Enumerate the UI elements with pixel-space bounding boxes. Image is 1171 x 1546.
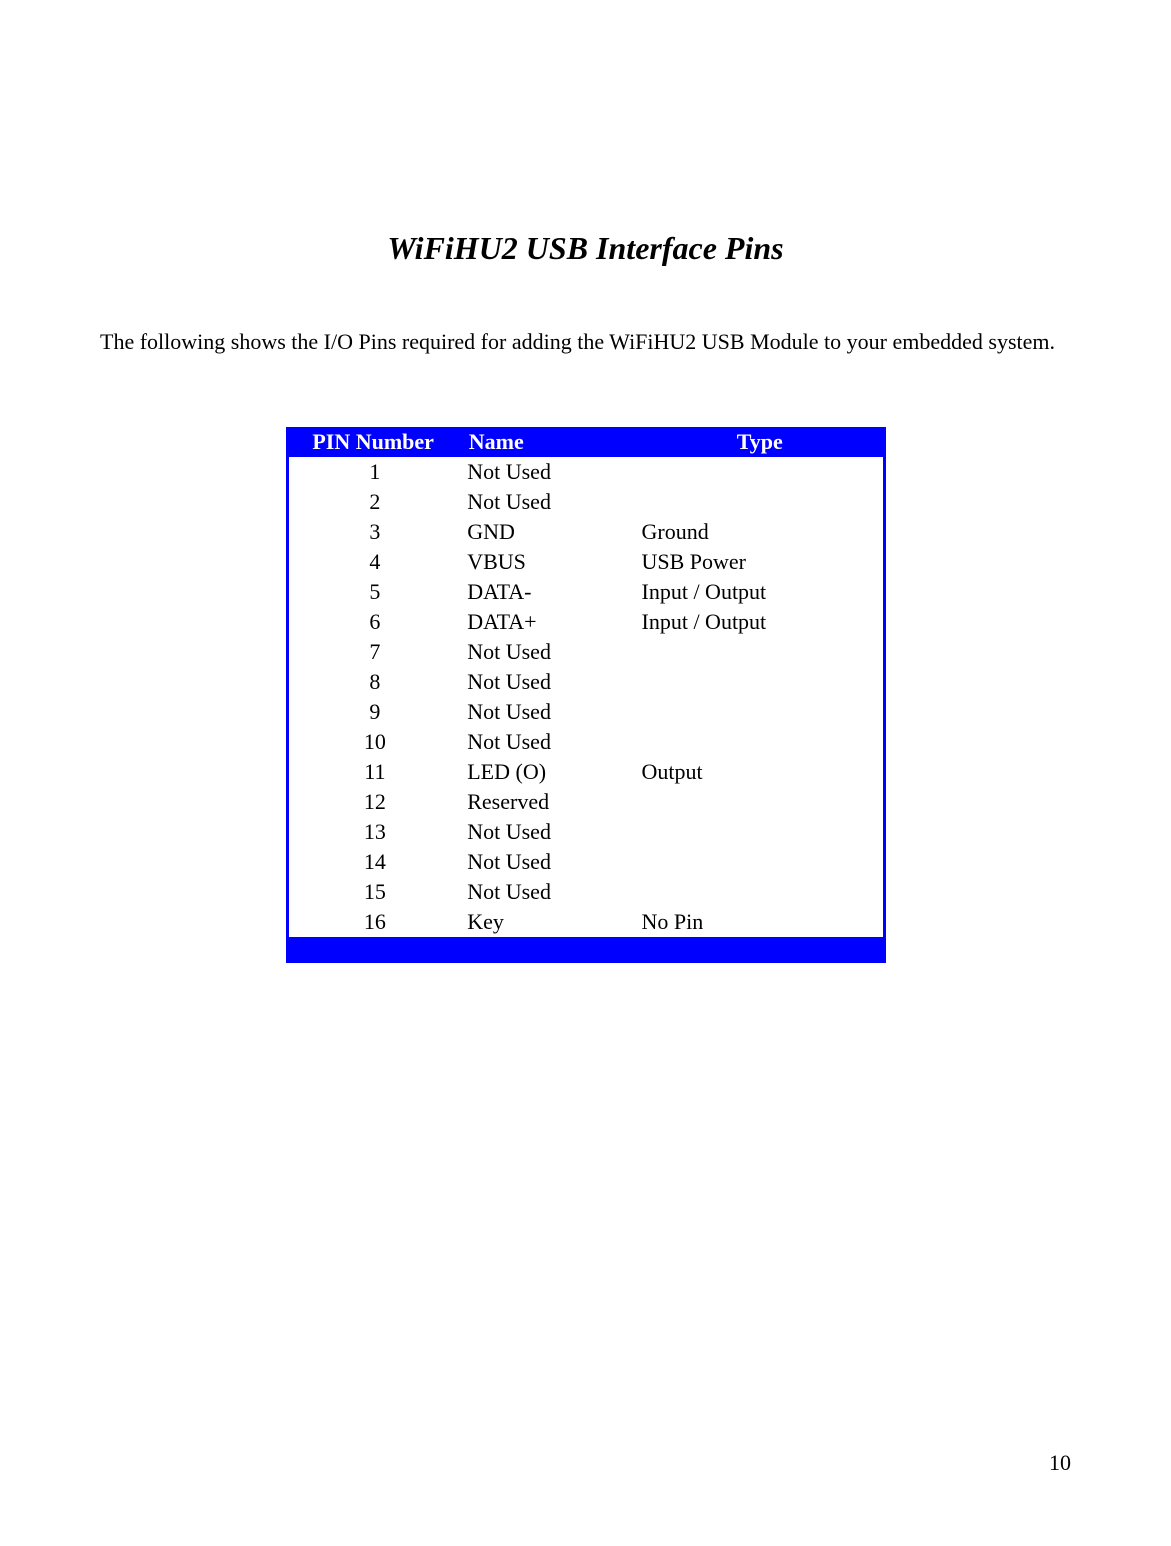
cell-pin-number: 12 [287,787,461,817]
table-row: 7Not Used [287,637,884,667]
table-row: 1Not Used [287,457,884,487]
cell-pin-number: 14 [287,847,461,877]
cell-type: Input / Output [636,577,885,607]
cell-type: No Pin [636,907,885,937]
table-row: 16KeyNo Pin [287,907,884,937]
cell-pin-number: 11 [287,757,461,787]
cell-type [636,667,885,697]
header-pin-number: PIN Number [287,427,461,457]
cell-name: DATA- [461,577,635,607]
cell-pin-number: 3 [287,517,461,547]
footer-cell [461,937,635,963]
cell-type [636,847,885,877]
footer-cell [287,937,461,963]
table-row: 11LED (O)Output [287,757,884,787]
page-number: 10 [1049,1450,1071,1476]
table-row: 3GNDGround [287,517,884,547]
cell-name: Not Used [461,637,635,667]
cell-pin-number: 10 [287,727,461,757]
header-type: Type [636,427,885,457]
cell-type [636,727,885,757]
cell-type: Output [636,757,885,787]
cell-name: Key [461,907,635,937]
table-header-row: PIN Number Name Type [287,427,884,457]
cell-name: Not Used [461,697,635,727]
pin-table-wrapper: PIN Number Name Type 1Not Used2Not Used3… [286,427,886,963]
cell-pin-number: 9 [287,697,461,727]
cell-type [636,697,885,727]
cell-name: Not Used [461,877,635,907]
cell-name: Not Used [461,727,635,757]
table-row: 2Not Used [287,487,884,517]
cell-pin-number: 5 [287,577,461,607]
cell-name: GND [461,517,635,547]
pin-table: PIN Number Name Type 1Not Used2Not Used3… [286,427,886,963]
table-row: 9Not Used [287,697,884,727]
table-row: 13Not Used [287,817,884,847]
cell-pin-number: 7 [287,637,461,667]
footer-cell [636,937,885,963]
cell-pin-number: 15 [287,877,461,907]
cell-name: Not Used [461,847,635,877]
cell-type [636,787,885,817]
cell-pin-number: 1 [287,457,461,487]
cell-pin-number: 4 [287,547,461,577]
page-title: WiFiHU2 USB Interface Pins [100,230,1071,267]
cell-type: USB Power [636,547,885,577]
cell-name: DATA+ [461,607,635,637]
cell-pin-number: 6 [287,607,461,637]
cell-name: Not Used [461,667,635,697]
cell-pin-number: 2 [287,487,461,517]
table-row: 6DATA+Input / Output [287,607,884,637]
table-row: 10Not Used [287,727,884,757]
table-footer-row [287,937,884,963]
cell-name: Not Used [461,487,635,517]
table-row: 4VBUSUSB Power [287,547,884,577]
cell-type: Ground [636,517,885,547]
cell-pin-number: 8 [287,667,461,697]
cell-type: Input / Output [636,607,885,637]
cell-name: Reserved [461,787,635,817]
table-row: 12Reserved [287,787,884,817]
cell-name: Not Used [461,817,635,847]
cell-name: Not Used [461,457,635,487]
cell-type [636,877,885,907]
cell-name: LED (O) [461,757,635,787]
cell-name: VBUS [461,547,635,577]
table-row: 5DATA-Input / Output [287,577,884,607]
cell-type [636,487,885,517]
cell-type [636,817,885,847]
table-row: 8Not Used [287,667,884,697]
table-row: 15Not Used [287,877,884,907]
cell-pin-number: 13 [287,817,461,847]
cell-pin-number: 16 [287,907,461,937]
cell-type [636,637,885,667]
intro-paragraph: The following shows the I/O Pins require… [100,327,1071,357]
cell-type [636,457,885,487]
table-row: 14Not Used [287,847,884,877]
header-name: Name [461,427,635,457]
